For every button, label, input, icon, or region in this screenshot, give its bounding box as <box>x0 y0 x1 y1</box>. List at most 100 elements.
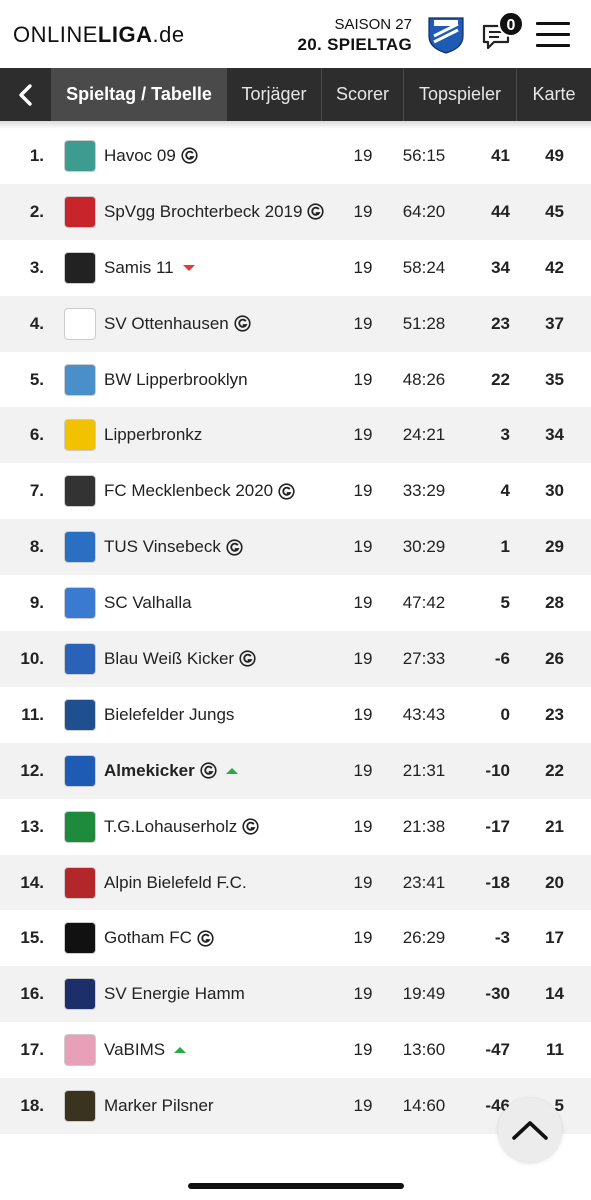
goal-difference-cell: -18 <box>485 872 510 892</box>
team-name-cell[interactable]: Alpin Bielefeld F.C. <box>104 873 247 893</box>
hamburger-menu-icon[interactable] <box>536 22 570 48</box>
team-name-cell[interactable]: VaBIMS <box>104 1040 187 1060</box>
table-row[interactable]: 6. Lipperbronkz 19 24:21 3 34 <box>0 407 591 464</box>
games-played-cell: 19 <box>353 648 373 668</box>
team-name-cell[interactable]: SV Energie Hamm <box>104 984 245 1004</box>
points-cell: 45 <box>545 201 564 221</box>
points-cell: 21 <box>545 816 564 836</box>
team-logo-icon <box>64 1090 96 1123</box>
back-button[interactable] <box>0 68 52 121</box>
table-row[interactable]: 11. Bielefelder Jungs 19 43:43 0 23 <box>0 687 591 743</box>
table-row[interactable]: 7. FC Mecklenbeck 2020 19 33:29 4 30 <box>0 463 591 519</box>
goal-difference-cell: 4 <box>500 481 510 501</box>
table-row[interactable]: 10. Blau Weiß Kicker 19 27:33 -6 26 <box>0 631 591 687</box>
tab-scorer[interactable]: Scorer <box>322 68 404 121</box>
team-logo-icon <box>64 922 96 955</box>
rank-cell: 11. <box>21 704 44 724</box>
team-name-cell[interactable]: Gotham FC <box>104 928 214 948</box>
games-played-cell: 19 <box>353 425 373 445</box>
team-name-cell[interactable]: T.G.Lohauserholz <box>104 817 259 837</box>
games-played-cell: 19 <box>353 257 373 277</box>
team-name-cell[interactable]: SpVgg Brochterbeck 2019 <box>104 202 325 222</box>
trend-down-icon <box>182 264 195 271</box>
team-name-cell[interactable]: Havoc 09 <box>104 146 198 166</box>
goals-cell: 19:49 <box>402 984 446 1004</box>
points-cell: 28 <box>545 593 564 613</box>
goal-difference-cell: 41 <box>491 145 510 165</box>
tab-torjaeger[interactable]: Torjäger <box>227 68 322 121</box>
team-name-cell[interactable]: FC Mecklenbeck 2020 <box>104 481 295 501</box>
team-name-cell[interactable]: SV Ottenhausen <box>104 314 251 334</box>
table-row[interactable]: 17. VaBIMS 19 13:60 -47 11 <box>0 1022 591 1078</box>
table-row[interactable]: 12. Almekicker 19 21:31 -10 22 <box>0 742 591 799</box>
logo-part-liga: LIGA <box>97 22 153 47</box>
team-name: VaBIMS <box>104 1040 166 1060</box>
team-name: T.G.Lohauserholz <box>104 816 238 836</box>
tab-karte[interactable]: Karte <box>517 68 591 121</box>
tab-topspieler[interactable]: Topspieler <box>404 68 517 121</box>
team-name-cell[interactable]: BW Lipperbrooklyn <box>104 370 248 390</box>
table-row[interactable]: 15. Gotham FC 19 26:29 -3 17 <box>0 910 591 966</box>
team-name-cell[interactable]: Blau Weiß Kicker <box>104 649 256 669</box>
team-name: FC Mecklenbeck 2020 <box>104 481 274 501</box>
team-name: SC Valhalla <box>104 593 192 613</box>
scroll-to-top-button[interactable] <box>498 1098 562 1162</box>
table-row[interactable]: 2. SpVgg Brochterbeck 2019 19 64:20 44 45 <box>0 183 591 240</box>
table-row[interactable]: 5. BW Lipperbrooklyn 19 48:26 22 35 <box>0 352 591 408</box>
rank-cell: 9. <box>29 593 44 613</box>
points-cell: 34 <box>545 425 564 445</box>
tab-spieltag-tabelle[interactable]: Spieltag / Tabelle <box>52 68 227 121</box>
goal-difference-cell: 34 <box>491 257 510 277</box>
team-name-cell[interactable]: Samis 11 <box>104 258 195 278</box>
table-row[interactable]: 8. TUS Vinsebeck 19 30:29 1 29 <box>0 519 591 576</box>
team-name: Bielefelder Jungs <box>104 704 235 724</box>
table-row[interactable]: 3. Samis 11 19 58:24 34 42 <box>0 240 591 296</box>
points-cell: 37 <box>545 313 564 333</box>
team-name-cell[interactable]: TUS Vinsebeck <box>104 537 243 557</box>
games-played-cell: 19 <box>353 816 373 836</box>
goals-cell: 13:60 <box>402 1040 446 1060</box>
team-logo-icon <box>64 475 96 508</box>
table-row[interactable]: 16. SV Energie Hamm 19 19:49 -30 14 <box>0 966 591 1023</box>
table-row[interactable]: 14. Alpin Bielefeld F.C. 19 23:41 -18 20 <box>0 854 591 911</box>
g-circle-icon <box>307 203 325 220</box>
team-name: Samis 11 <box>104 257 174 277</box>
menu-line <box>536 44 570 47</box>
team-name: TUS Vinsebeck <box>104 537 221 557</box>
g-circle-icon <box>200 762 217 779</box>
site-logo[interactable]: ONLINELIGA.de <box>13 22 185 48</box>
team-logo-icon <box>64 978 96 1011</box>
team-name-cell[interactable]: SC Valhalla <box>104 593 192 613</box>
goals-cell: 43:43 <box>402 704 446 724</box>
team-name-cell[interactable]: Lipperbronkz <box>104 425 202 445</box>
games-played-cell: 19 <box>353 593 373 613</box>
games-played-cell: 19 <box>353 1096 373 1116</box>
goals-cell: 48:26 <box>402 369 446 389</box>
goals-cell: 21:31 <box>402 760 446 780</box>
team-name: Gotham FC <box>104 928 192 948</box>
table-row[interactable]: 1. Havoc 09 19 56:15 41 49 <box>0 128 591 184</box>
goal-difference-cell: 3 <box>500 425 510 445</box>
team-logo-icon <box>64 698 96 731</box>
team-logo-icon <box>64 531 96 564</box>
goals-cell: 33:29 <box>402 481 446 501</box>
season-label: SAISON 27 <box>334 16 412 33</box>
points-cell: 49 <box>545 145 564 165</box>
goals-cell: 30:29 <box>402 537 446 557</box>
games-played-cell: 19 <box>353 928 373 948</box>
team-name-cell[interactable]: Marker Pilsner <box>104 1096 214 1116</box>
team-logo-icon <box>64 866 96 899</box>
table-row[interactable]: 13. T.G.Lohauserholz 19 21:38 -17 21 <box>0 799 591 855</box>
team-name-cell[interactable]: Almekicker <box>104 761 238 781</box>
points-cell: 26 <box>545 648 564 668</box>
table-row[interactable]: 9. SC Valhalla 19 47:42 5 28 <box>0 575 591 631</box>
games-played-cell: 19 <box>353 760 373 780</box>
games-played-cell: 19 <box>353 201 373 221</box>
games-played-cell: 19 <box>353 984 373 1004</box>
team-name-cell[interactable]: Bielefelder Jungs <box>104 705 234 725</box>
table-row[interactable]: 4. SV Ottenhausen 19 51:28 23 37 <box>0 295 591 352</box>
g-circle-icon <box>226 539 243 556</box>
rank-cell: 14. <box>20 872 44 892</box>
club-badge-icon[interactable] <box>425 14 467 54</box>
goal-difference-cell: 0 <box>500 704 510 724</box>
